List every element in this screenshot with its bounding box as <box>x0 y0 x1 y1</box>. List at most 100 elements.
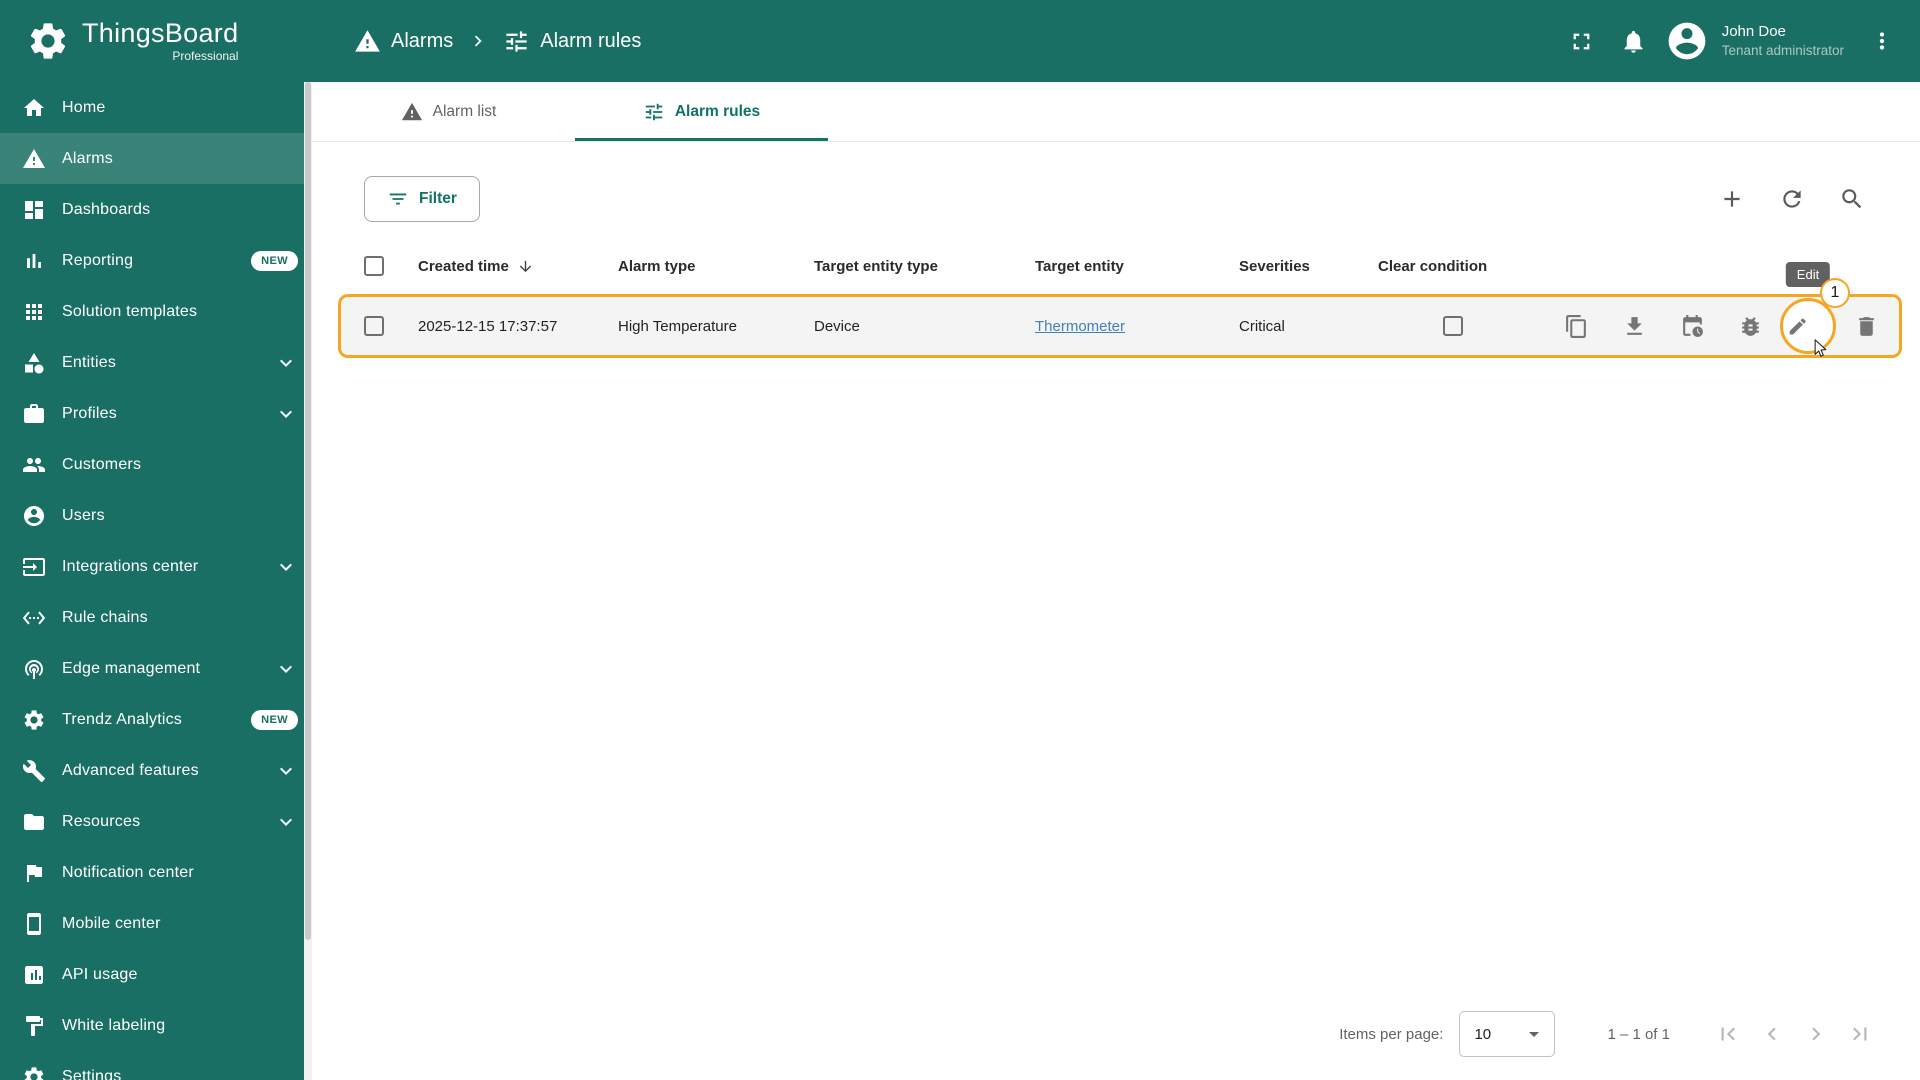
breadcrumb-alarms[interactable]: Alarms <box>354 28 453 55</box>
home-icon <box>24 98 44 116</box>
sidebar-item-alarms[interactable]: Alarms <box>0 133 312 184</box>
new-badge: NEW <box>251 250 298 271</box>
delete-button[interactable] <box>1845 305 1887 347</box>
sidebar-item-resources[interactable]: Resources <box>0 796 312 847</box>
sidebar-item-profiles[interactable]: Profiles <box>0 388 312 439</box>
first-page-button[interactable] <box>1706 1012 1750 1056</box>
avatar[interactable] <box>1664 18 1710 64</box>
logo[interactable]: ThingsBoard Professional <box>0 19 312 63</box>
integrations-icon <box>23 557 45 576</box>
edge-management-icon <box>25 659 43 679</box>
items-per-page-label: Items per page: <box>1339 1025 1444 1043</box>
sidebar-item-integrations-center[interactable]: Integrations center <box>0 541 312 592</box>
sidebar-item-notification-center[interactable]: Notification center <box>0 847 312 898</box>
row-checkbox[interactable] <box>364 316 384 336</box>
tab-alarm-list[interactable]: Alarm list <box>322 82 575 141</box>
breadcrumb-label: Alarm rules <box>540 29 642 52</box>
debug-icon <box>1741 316 1759 336</box>
sidebar-item-label: Edge management <box>62 659 201 677</box>
sidebar-item-users[interactable]: Users <box>0 490 312 541</box>
table-toolbar: Filter <box>312 142 1920 222</box>
sidebar-item-advanced-features[interactable]: Advanced features <box>0 745 312 796</box>
delete-icon <box>1858 316 1874 336</box>
reporting-icon <box>27 253 41 268</box>
notification-center-icon <box>27 864 42 882</box>
select-all-checkbox[interactable] <box>364 256 384 276</box>
sidebar-item-entities[interactable]: Entities <box>0 337 312 388</box>
edit-button[interactable]: Edit 1 <box>1780 262 1850 357</box>
fullscreen-icon <box>1573 33 1590 49</box>
user-role: Tenant administrator <box>1721 42 1844 58</box>
breadcrumb-alarm-rules[interactable]: Alarm rules <box>503 28 641 55</box>
caret-down-icon <box>1529 1032 1540 1037</box>
download-button[interactable] <box>1613 305 1655 347</box>
sidebar-item-home[interactable]: Home <box>0 82 312 133</box>
arrow-down-icon <box>519 260 532 272</box>
tab-alarm-rules[interactable]: Alarm rules <box>575 82 828 141</box>
customers-icon <box>23 457 45 472</box>
sidebar-item-label: White labeling <box>62 1016 166 1034</box>
sidebar-item-solution-templates[interactable]: Solution templates <box>0 286 312 337</box>
breadcrumb: Alarms Alarm rules <box>354 28 641 55</box>
sidebar: Home Alarms Dashboards Reporting NEW Solution… <box>0 82 312 1080</box>
sidebar-scrollbar[interactable] <box>304 82 312 1080</box>
chevron-down-icon <box>280 563 292 571</box>
sidebar-item-reporting[interactable]: Reporting NEW <box>0 235 312 286</box>
column-clear-condition[interactable]: Clear condition <box>1378 258 1528 275</box>
column-alarm-type[interactable]: Alarm type <box>618 258 814 275</box>
events-button[interactable] <box>1671 305 1713 347</box>
sidebar-item-label: Notification center <box>62 863 194 881</box>
column-target-entity[interactable]: Target entity <box>1035 258 1239 275</box>
filter-icon <box>389 193 407 205</box>
first-page-icon <box>1721 1027 1735 1041</box>
column-severities[interactable]: Severities <box>1239 258 1378 275</box>
fullscreen-button[interactable] <box>1560 19 1604 63</box>
sidebar-item-mobile-center[interactable]: Mobile center <box>0 898 312 949</box>
sidebar-scrollbar-thumb[interactable] <box>305 82 311 941</box>
debug-button[interactable] <box>1729 305 1771 347</box>
column-target-entity-type[interactable]: Target entity type <box>814 258 1035 275</box>
solution-templates-icon <box>26 303 42 320</box>
download-icon <box>1626 316 1642 335</box>
sidebar-item-settings[interactable]: Settings <box>0 1051 312 1080</box>
next-page-button[interactable] <box>1794 1012 1838 1056</box>
sidebar-item-label: Solution templates <box>62 302 198 320</box>
main-content: Alarm list Alarm rules Filter Created ti… <box>312 82 1920 1080</box>
sidebar-item-white-labeling[interactable]: White labeling <box>0 1000 312 1051</box>
column-created-time[interactable]: Created time <box>418 258 618 275</box>
sidebar-item-trendz-analytics[interactable]: Trendz Analytics NEW <box>0 694 312 745</box>
mobile-center-icon <box>27 912 41 935</box>
more-menu-button[interactable] <box>1860 19 1904 63</box>
notifications-button[interactable] <box>1612 19 1656 63</box>
last-page-button[interactable] <box>1838 1012 1882 1056</box>
sidebar-item-rule-chains[interactable]: Rule chains <box>0 592 312 643</box>
items-per-page-select[interactable]: 10 <box>1459 1011 1556 1057</box>
table-row[interactable]: 2025-12-15 17:37:57 High Temperature Dev… <box>338 262 1902 358</box>
last-page-icon <box>1853 1027 1867 1041</box>
search-button[interactable] <box>1830 177 1874 221</box>
copy-button[interactable] <box>1555 305 1597 347</box>
sidebar-item-edge-management[interactable]: Edge management <box>0 643 312 694</box>
sidebar-item-api-usage[interactable]: API usage <box>0 949 312 1000</box>
add-button[interactable] <box>1710 177 1754 221</box>
filter-button[interactable]: Filter <box>364 176 480 222</box>
clear-condition-checkbox[interactable] <box>1443 316 1463 336</box>
row-actions: Edit 1 <box>1528 262 1899 357</box>
sidebar-item-label: API usage <box>62 965 138 983</box>
white-labeling-icon <box>26 1015 43 1036</box>
target-entity-link[interactable]: Thermometer <box>1035 318 1125 335</box>
chevron-down-icon <box>280 410 292 418</box>
settings-icon <box>24 1066 44 1080</box>
prev-page-button[interactable] <box>1750 1012 1794 1056</box>
sidebar-item-dashboards[interactable]: Dashboards <box>0 184 312 235</box>
logo-gear-icon <box>30 23 66 59</box>
new-badge: NEW <box>251 709 298 730</box>
page-range: 1 – 1 of 1 <box>1607 1025 1670 1043</box>
sidebar-item-label: Resources <box>62 812 141 830</box>
sidebar-item-customers[interactable]: Customers <box>0 439 312 490</box>
edit-icon <box>1789 317 1806 335</box>
refresh-button[interactable] <box>1770 177 1814 221</box>
cell-severities: Critical <box>1239 317 1285 335</box>
breadcrumb-label: Alarms <box>391 29 454 52</box>
sidebar-item-label: Mobile center <box>62 914 161 932</box>
